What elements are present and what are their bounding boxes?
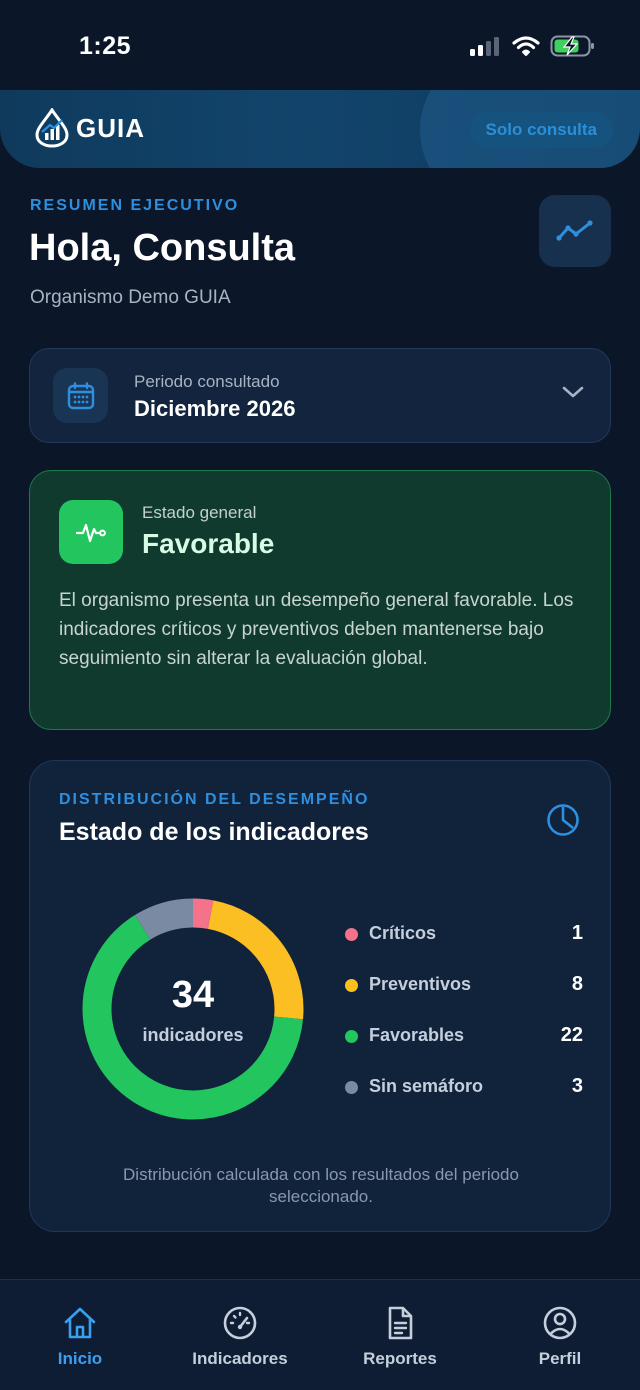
nav-item-inicio[interactable]: Inicio [0, 1305, 160, 1369]
nav-item-indicadores[interactable]: Indicadores [160, 1305, 320, 1369]
page-title: Hola, Consulta [29, 227, 296, 269]
legend-item[interactable]: Críticos 1 [343, 911, 583, 962]
status-bar: 1:25 [0, 0, 640, 92]
guia-logo-icon [35, 108, 69, 148]
legend-dot [345, 1030, 358, 1043]
logo-text: GUIA [76, 112, 145, 143]
nav-item-perfil[interactable]: Perfil [480, 1305, 640, 1369]
pulse-icon [76, 523, 106, 543]
legend-label: Favorables [369, 1025, 465, 1045]
calendar-icon-box [53, 368, 108, 423]
read-only-badge: Solo consulta [469, 112, 613, 148]
document-icon [388, 1306, 413, 1340]
period-label: Periodo consultado [134, 372, 280, 391]
legend-item[interactable]: Favorables 22 [343, 1013, 583, 1064]
user-icon [543, 1306, 577, 1340]
legend-dot [345, 1081, 358, 1094]
distribution-title: Estado de los indicadores [59, 818, 369, 846]
pulse-icon-box [59, 500, 123, 564]
nav-label: Indicadores [192, 1349, 288, 1368]
nav-item-reportes[interactable]: Reportes [320, 1305, 480, 1369]
gauge-icon [223, 1306, 257, 1340]
calendar-icon [67, 381, 94, 409]
nav-label: Perfil [538, 1349, 582, 1368]
organization-name: Organismo Demo GUIA [30, 287, 231, 308]
battery-charging-icon [550, 35, 594, 57]
legend-count: 1 [571, 922, 583, 944]
legend-dot [345, 979, 358, 992]
donut-total-label: indicadores [142, 1025, 244, 1045]
status-icons [470, 34, 596, 58]
general-status-card: Estado general Favorable El organismo pr… [29, 470, 611, 730]
status-value: Favorable [142, 528, 275, 559]
signal-icon [470, 37, 499, 56]
legend-item[interactable]: Sin semáforo 3 [343, 1064, 583, 1115]
legend-label: Preventivos [369, 974, 472, 994]
legend-label: Críticos [369, 923, 437, 943]
app-logo[interactable]: GUIA [34, 108, 145, 148]
period-value: Diciembre 2026 [134, 396, 296, 421]
distribution-eyebrow: DISTRIBUCIÓN DEL DESEMPEÑO [59, 791, 370, 808]
home-icon [64, 1307, 96, 1339]
legend-count: 22 [560, 1024, 583, 1046]
distribution-card: DISTRIBUCIÓN DEL DESEMPEÑO Estado de los… [29, 760, 611, 1232]
bottom-nav: Inicio Indicadores Reportes Perfil [0, 1279, 640, 1390]
app-header: GUIA Solo consulta [0, 90, 640, 168]
legend-count: 8 [571, 973, 583, 995]
section-eyebrow: RESUMEN EJECUTIVO [30, 197, 240, 214]
status-description: El organismo presenta un desempeño gener… [59, 590, 574, 669]
chevron-down-icon [562, 386, 584, 398]
pie-chart-icon[interactable] [546, 803, 580, 837]
donut-total: 34 [171, 974, 215, 1016]
distribution-note: Distribución calculada con los resultado… [123, 1165, 519, 1206]
wifi-icon [512, 36, 540, 56]
legend-count: 3 [571, 1075, 583, 1097]
legend-label: Sin semáforo [369, 1076, 484, 1096]
nav-label: Inicio [57, 1349, 103, 1368]
status-label: Estado general [142, 503, 257, 522]
period-selector[interactable]: Periodo consultado Diciembre 2026 [29, 348, 611, 443]
trend-button[interactable] [539, 195, 611, 267]
chart-legend: Críticos 1 Preventivos 8 Favorables 22 S… [343, 911, 583, 1115]
nav-label: Reportes [363, 1349, 437, 1368]
status-time: 1:25 [79, 32, 132, 60]
legend-dot [345, 928, 358, 941]
legend-item[interactable]: Preventivos 8 [343, 962, 583, 1013]
trend-line-icon [556, 220, 593, 241]
